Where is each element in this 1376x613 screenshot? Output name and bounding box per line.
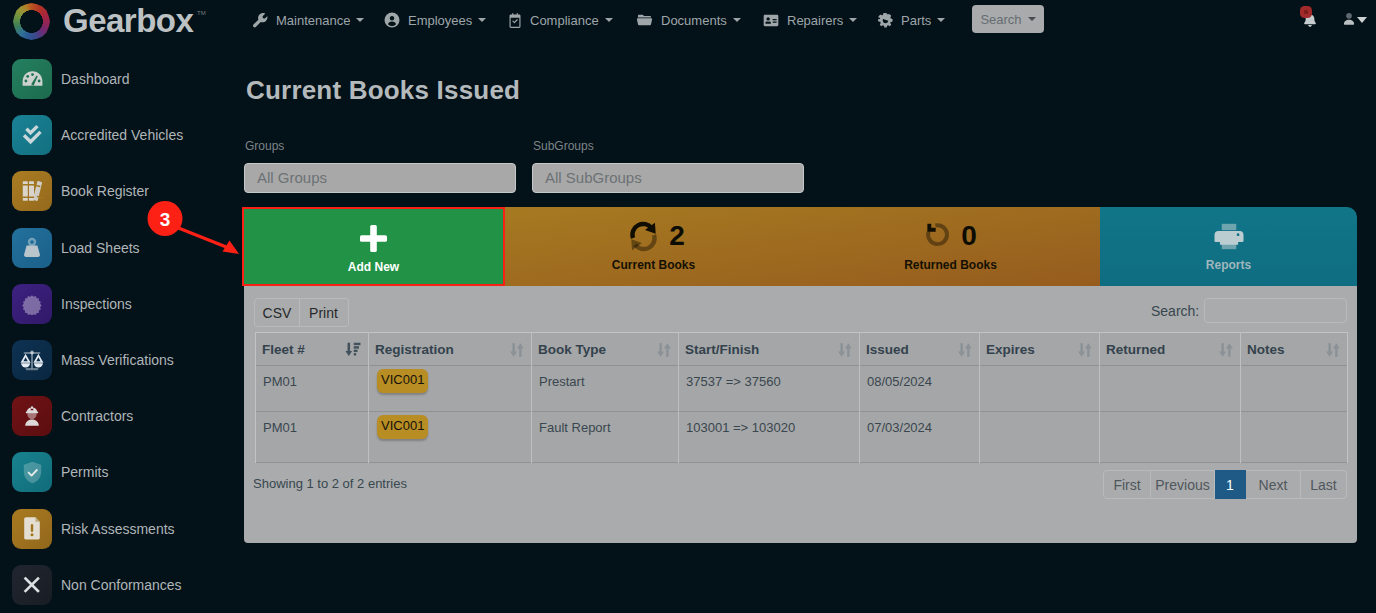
svg-text:3: 3 bbox=[160, 209, 171, 230]
